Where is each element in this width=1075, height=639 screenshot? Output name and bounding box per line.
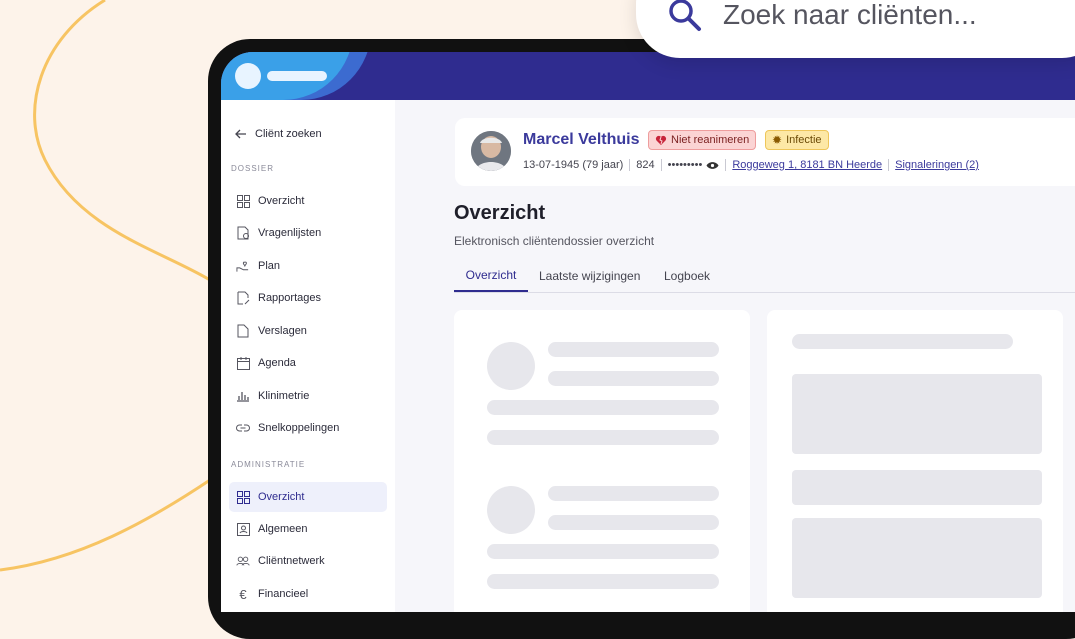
resuscitation-badge[interactable]: Niet reanimeren — [648, 130, 757, 150]
section-label-dossier: DOSSIER — [231, 164, 275, 173]
sidebar-item-label: Verslagen — [258, 325, 307, 337]
broken-heart-icon — [655, 135, 667, 145]
sidebar-item-label: Snelkoppelingen — [258, 422, 340, 434]
sidebar-item-label: Vragenlijsten — [258, 227, 322, 239]
bar-chart-icon — [236, 389, 250, 403]
patient-header: Marcel Velthuis Niet reanimeren ✹ Infect… — [455, 118, 1075, 186]
skeleton-line — [792, 334, 1013, 349]
skeleton-line — [548, 371, 719, 386]
eye-icon[interactable] — [706, 161, 719, 170]
sidebar-item-overzicht[interactable]: Overzicht — [229, 186, 387, 216]
sidebar-item-clientnetwerk[interactable]: Cliëntnetwerk — [229, 546, 387, 576]
patient-dob: 13-07-1945 (79 jaar) — [523, 159, 624, 171]
signals-link[interactable]: Signaleringen (2) — [895, 159, 979, 171]
sidebar-item-klinimetrie[interactable]: Klinimetrie — [229, 381, 387, 411]
sidebar-item-label: Overzicht — [258, 491, 305, 503]
sidebar-item-rapportages[interactable]: Rapportages — [229, 283, 387, 313]
app-screen: Cliënt zoeken DOSSIER Overzicht Vragenli… — [221, 52, 1075, 612]
loading-panel-right — [767, 310, 1063, 612]
search-input[interactable]: Zoek naar cliënten... — [723, 0, 977, 31]
sidebar-item-admin-overzicht[interactable]: Overzicht — [229, 482, 387, 512]
grid-icon — [236, 490, 250, 504]
sidebar-item-algemeen[interactable]: Algemeen — [229, 514, 387, 544]
sidebar-item-label: Financieel — [258, 588, 309, 600]
id-card-icon — [236, 522, 250, 536]
sidebar-item-snelkoppelingen[interactable]: Snelkoppelingen — [229, 413, 387, 443]
tab-overzicht[interactable]: Overzicht — [454, 260, 528, 292]
patient-address-link[interactable]: Roggeweg 1, 8181 BN Heerde — [732, 159, 882, 171]
avatar[interactable] — [471, 131, 511, 171]
skeleton-line — [548, 515, 719, 530]
tab-bar: Overzicht Laatste wijzigingen Logboek — [454, 260, 1075, 293]
badge-label: Niet reanimeren — [671, 134, 750, 146]
sidebar-item-label: Plan — [258, 260, 281, 272]
patient-meta: 13-07-1945 (79 jaar) 824 ••••••••• Rogge… — [523, 159, 979, 171]
top-bar — [221, 52, 1075, 100]
document-icon — [236, 324, 250, 338]
infection-badge[interactable]: ✹ Infectie — [765, 130, 829, 150]
edit-document-icon — [236, 291, 250, 305]
sidebar-item-plan[interactable]: Plan — [229, 251, 387, 281]
questionnaire-icon — [236, 226, 250, 240]
loading-panel-left — [454, 310, 750, 612]
hand-heart-icon — [236, 259, 250, 273]
sidebar-item-label: Overzicht — [258, 195, 305, 207]
skeleton-avatar — [487, 486, 535, 534]
skeleton-avatar — [487, 342, 535, 390]
sidebar-item-verslagen[interactable]: Verslagen — [229, 316, 387, 346]
sidebar-item-agenda[interactable]: Agenda — [229, 348, 387, 378]
sidebar-item-label: Klinimetrie — [258, 390, 310, 402]
tab-laatste-wijzigingen[interactable]: Laatste wijzigingen — [539, 260, 640, 292]
patient-masked-id: ••••••••• — [667, 159, 703, 171]
link-icon — [236, 421, 250, 435]
patient-number: 824 — [636, 159, 655, 171]
sidebar-item-label: Cliëntnetwerk — [258, 555, 325, 567]
tab-logboek[interactable]: Logboek — [664, 260, 710, 292]
search-icon — [669, 0, 701, 31]
patient-name[interactable]: Marcel Velthuis — [523, 131, 640, 149]
back-link[interactable]: Cliënt zoeken — [235, 124, 322, 144]
sidebar-item-label: Algemeen — [258, 523, 308, 535]
grid-icon — [236, 194, 250, 208]
skeleton-line — [487, 400, 719, 415]
euro-icon: € — [239, 586, 247, 602]
skeleton-line — [548, 342, 719, 357]
logo[interactable] — [235, 63, 261, 89]
section-label-administratie: ADMINISTRATIE — [231, 460, 306, 469]
virus-icon: ✹ — [772, 133, 783, 147]
sidebar-item-vragenlijsten[interactable]: Vragenlijsten — [229, 218, 387, 248]
sidebar-item-label: Rapportages — [258, 292, 321, 304]
skeleton-line — [487, 544, 719, 559]
skeleton-line — [487, 574, 719, 589]
page-title: Overzicht — [454, 202, 546, 224]
skeleton-block — [792, 470, 1042, 505]
arrow-left-icon — [235, 129, 246, 139]
client-search-bar[interactable]: Zoek naar cliënten... — [636, 0, 1075, 58]
skeleton-block — [792, 518, 1042, 598]
people-icon — [236, 554, 250, 568]
skeleton-line — [548, 486, 719, 501]
page-subtitle: Elektronisch cliëntendossier overzicht — [454, 234, 655, 248]
sidebar-item-label: Agenda — [258, 357, 296, 369]
calendar-icon — [236, 356, 250, 370]
sidebar: Cliënt zoeken DOSSIER Overzicht Vragenli… — [221, 100, 395, 612]
logo-wordmark — [267, 71, 327, 81]
skeleton-line — [487, 430, 719, 445]
badge-label: Infectie — [786, 134, 822, 146]
skeleton-block — [792, 374, 1042, 454]
back-link-label: Cliënt zoeken — [255, 128, 322, 140]
